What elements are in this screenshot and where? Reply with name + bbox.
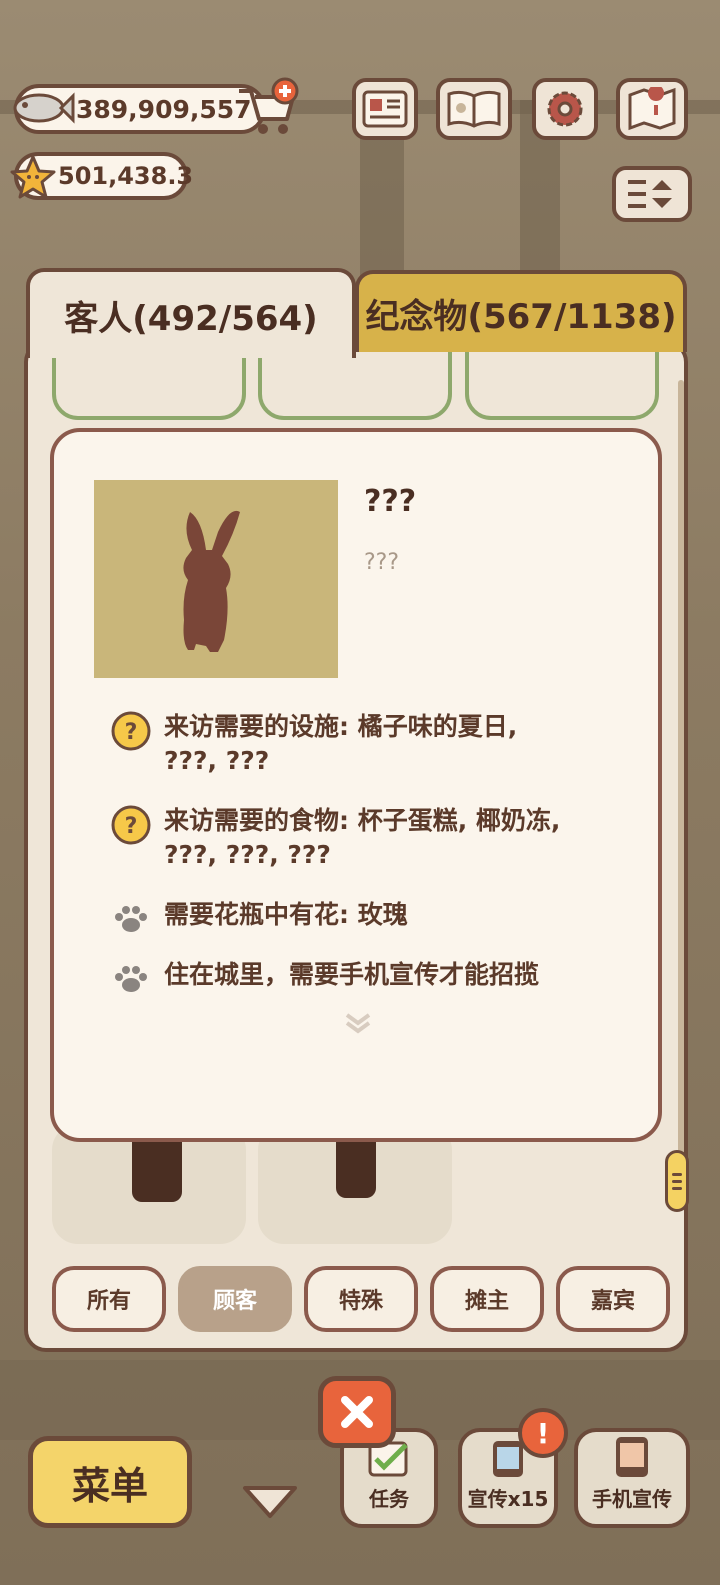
phone-promo-button[interactable]: 手机宣传 — [574, 1428, 690, 1528]
requirement-item: 住在城里，需要手机宣传才能招揽 — [110, 958, 630, 1000]
scrollbar-thumb[interactable] — [665, 1150, 689, 1212]
filter-label: 嘉宾 — [590, 1289, 635, 1314]
filter-label: 特殊 — [338, 1289, 383, 1314]
requirement-item: ? 来访需要的食物: 杯子蛋糕, 椰奶冻, ???, ???, ??? — [110, 804, 630, 872]
phone-promo-label: 手机宣传 — [592, 1487, 672, 1511]
sort-toggle-button[interactable] — [612, 166, 692, 222]
requirement-line: 来访需要的食物: 杯子蛋糕, 椰奶冻, — [164, 806, 561, 835]
paw-icon — [110, 958, 152, 1000]
guest-subname: ??? — [364, 550, 400, 575]
filter-guest-star-button[interactable]: 嘉宾 — [556, 1266, 670, 1332]
close-button[interactable] — [318, 1376, 396, 1448]
guest-portrait — [94, 480, 338, 678]
badge-text: ! — [536, 1416, 550, 1450]
task-label: 任务 — [369, 1487, 409, 1511]
menu-label: 菜单 — [71, 1463, 148, 1508]
scrollbar-track[interactable] — [678, 380, 684, 1180]
svg-text:?: ? — [125, 720, 138, 745]
promo-label: 宣传x15 — [467, 1487, 549, 1511]
question-icon: ? — [110, 710, 152, 752]
filter-special-button[interactable]: 特殊 — [304, 1266, 418, 1332]
filter-all-button[interactable]: 所有 — [52, 1266, 166, 1332]
requirement-line: ???, ???, ??? — [164, 840, 331, 869]
bunny-silhouette-icon — [183, 510, 240, 652]
guest-name: ??? — [364, 484, 417, 519]
chevron-down-icon[interactable] — [344, 1012, 372, 1038]
filter-vendor-button[interactable]: 摊主 — [430, 1266, 544, 1332]
newspaper-button[interactable] — [352, 78, 418, 140]
tab-guests-label: 客人(492/564) — [64, 298, 318, 339]
guest-card[interactable] — [258, 1124, 452, 1244]
close-icon — [341, 1396, 373, 1428]
requirement-item: 需要花瓶中有花: 玫瑰 — [110, 898, 630, 940]
svg-text:?: ? — [125, 814, 138, 839]
paw-icon — [110, 898, 152, 940]
chevron-down-icon[interactable] — [240, 1482, 300, 1522]
filter-customer-button[interactable]: 顾客 — [178, 1266, 292, 1332]
star-icon — [8, 152, 58, 202]
filter-label: 摊主 — [464, 1289, 509, 1314]
requirement-line: ???, ??? — [164, 746, 270, 775]
phone-promo-icon — [616, 1437, 648, 1477]
star-currency-value: 501,438.3 — [58, 162, 194, 190]
question-icon: ? — [110, 804, 152, 846]
tab-souvenirs[interactable]: 纪念物(567/1138) — [355, 270, 687, 352]
requirement-line: 来访需要的设施: 橘子味的夏日, — [164, 712, 518, 741]
notification-badge: ! — [518, 1408, 568, 1458]
shop-cart-button[interactable] — [234, 76, 300, 140]
guest-card[interactable] — [52, 1124, 246, 1244]
filter-label: 所有 — [86, 1289, 131, 1314]
requirement-item: ? 来访需要的设施: 橘子味的夏日, ???, ??? — [110, 710, 630, 778]
fish-currency-value: 389,909,557 — [76, 94, 252, 124]
requirement-line: 住在城里，需要手机宣传才能招揽 — [164, 960, 540, 989]
filter-label: 顾客 — [212, 1289, 257, 1314]
tab-guests[interactable]: 客人(492/564) — [26, 268, 356, 358]
map-button[interactable] — [616, 78, 688, 140]
requirement-line: 需要花瓶中有花: 玫瑰 — [164, 900, 408, 929]
tab-souvenirs-label: 纪念物(567/1138) — [365, 296, 677, 337]
guest-detail-card: ??? ??? ? 来访需要的设施: 橘子味的夏日, ???, ??? ? 来访… — [50, 428, 662, 1142]
fish-icon — [10, 80, 76, 136]
menu-button[interactable]: 菜单 — [28, 1436, 192, 1528]
guidebook-button[interactable] — [436, 78, 512, 140]
settings-gear-button[interactable] — [532, 78, 598, 140]
